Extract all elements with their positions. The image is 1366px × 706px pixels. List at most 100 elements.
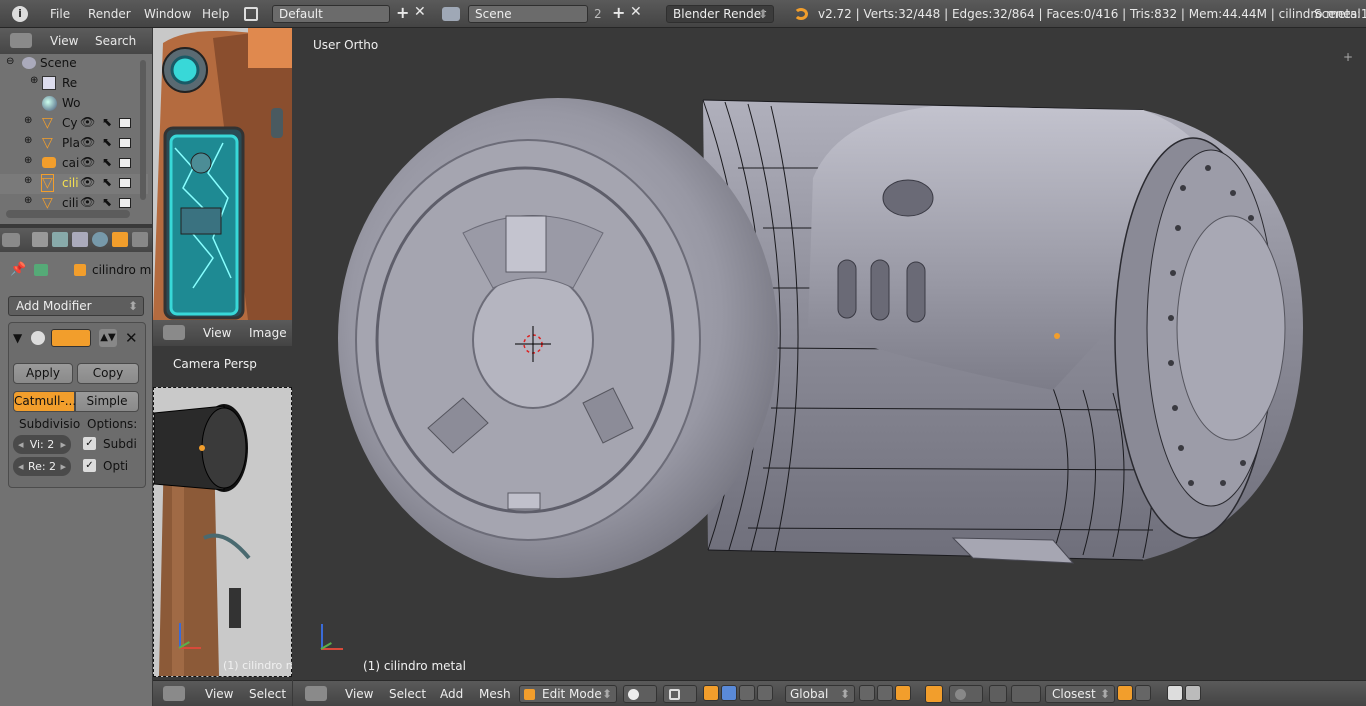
snap-target-select[interactable]: Closest ⬍	[1045, 685, 1115, 703]
extra-tools[interactable]	[1167, 685, 1233, 703]
collapse-arrow-icon[interactable]: ▼	[13, 331, 22, 345]
render-anim-icon[interactable]	[1185, 685, 1201, 701]
snap-element-select[interactable]	[1011, 685, 1041, 703]
camera-viewport[interactable]: Camera Persp (1) cilindro me	[153, 347, 292, 680]
snap-options[interactable]	[1117, 685, 1161, 703]
subdivide-uvs-checkbox[interactable]: ✓	[83, 437, 96, 450]
object-tab-icon[interactable]	[112, 232, 128, 247]
translate-icon[interactable]	[721, 685, 737, 701]
cursor-icon[interactable]: ⬉	[102, 115, 112, 129]
render-still-icon[interactable]	[1167, 685, 1183, 701]
shading-select[interactable]	[623, 685, 657, 703]
remove-layout-button[interactable]: ✕	[414, 4, 426, 20]
camera-view-menu[interactable]: View	[205, 687, 233, 701]
cursor-icon[interactable]: ⬉	[102, 195, 112, 209]
proportional-edit-select[interactable]	[949, 685, 983, 703]
camera-render-icon[interactable]	[119, 178, 131, 188]
expand-icon[interactable]: ⊕	[24, 175, 32, 186]
constraints-tab-icon[interactable]	[132, 232, 148, 247]
editor-type-icon[interactable]	[2, 233, 20, 247]
expand-icon[interactable]: ⊕	[30, 75, 38, 86]
rotate-icon[interactable]	[739, 685, 755, 701]
scene-tab-icon[interactable]	[72, 232, 88, 247]
scene-field[interactable]: Scene	[468, 5, 588, 23]
expand-icon[interactable]: ⊕	[24, 195, 32, 206]
viewport-add-menu[interactable]: Add	[440, 687, 463, 701]
camera-select-menu[interactable]: Select	[249, 687, 286, 701]
eye-icon[interactable]: 👁	[80, 155, 95, 169]
eye-icon[interactable]: 👁	[80, 115, 95, 129]
outliner-row-object[interactable]: ⊕ ▽ Cy 👁 ⬉	[0, 114, 148, 134]
cursor-icon[interactable]: ⬉	[102, 155, 112, 169]
outliner-vscroll[interactable]	[140, 60, 146, 200]
camera-render-icon[interactable]	[119, 118, 131, 128]
pivot-select[interactable]	[663, 685, 697, 703]
eye-icon[interactable]: 👁	[80, 135, 95, 149]
menu-window[interactable]: Window	[144, 7, 191, 21]
add-layout-button[interactable]: +	[396, 3, 409, 22]
expand-icon[interactable]: ⊕	[24, 155, 32, 166]
select-mode-buttons[interactable]	[859, 685, 919, 703]
render-tab-icon[interactable]	[32, 232, 48, 247]
edge-select-icon[interactable]	[877, 685, 893, 701]
manipulator-toggles[interactable]	[703, 685, 781, 703]
add-scene-button[interactable]: +	[612, 3, 625, 22]
outliner-row-camera[interactable]: ⊕ cai 👁 ⬉	[0, 154, 148, 174]
snap-project-icon[interactable]	[1135, 685, 1151, 701]
catmull-clark-button[interactable]: Catmull-...	[13, 391, 76, 412]
remove-modifier-button[interactable]: ✕	[125, 329, 138, 347]
outliner-row-world[interactable]: Wo	[0, 94, 148, 114]
scene-icon[interactable]	[442, 7, 460, 21]
camera-render-icon[interactable]	[119, 138, 131, 148]
manipulator-icon[interactable]	[703, 685, 719, 701]
orientation-select[interactable]: Global ⬍	[785, 685, 855, 703]
camera-render-icon[interactable]	[119, 158, 131, 168]
outliner-view-menu[interactable]: View	[50, 34, 78, 48]
world-tab-icon[interactable]	[92, 232, 108, 247]
image-editor-canvas[interactable]	[153, 28, 292, 320]
cursor-icon[interactable]: ⬉	[102, 175, 112, 189]
image-view-menu[interactable]: View	[203, 326, 231, 340]
main-viewport[interactable]: User Ortho + (1) cilindro metal	[293, 28, 1366, 680]
outliner-row-scene[interactable]: ⊖ Scene	[0, 54, 148, 74]
outliner-scrollbar[interactable]	[6, 210, 130, 218]
limit-selection-icon[interactable]	[925, 685, 943, 703]
cursor-icon[interactable]: ⬉	[102, 135, 112, 149]
image-image-menu[interactable]: Image	[249, 326, 287, 340]
screen-layout-field[interactable]: Default	[272, 5, 390, 23]
viewport-mesh-menu[interactable]: Mesh	[479, 687, 511, 701]
expand-icon[interactable]: ⊕	[24, 115, 32, 126]
camera-render-icon[interactable]	[119, 198, 131, 208]
render-levels-field[interactable]: ◂ Re: 2 ▸	[13, 457, 71, 476]
eye-icon[interactable]: 👁	[80, 175, 95, 189]
outliner-row-object[interactable]: ⊕ ▽ Pla 👁 ⬉	[0, 134, 148, 154]
editor-type-icon[interactable]	[163, 686, 185, 701]
pin-icon[interactable]: 📌	[10, 262, 26, 277]
outliner-search-menu[interactable]: Search	[95, 34, 136, 48]
apply-button[interactable]: Apply	[13, 363, 73, 384]
scale-icon[interactable]	[757, 685, 773, 701]
render-engine-select[interactable]: Blender Render ⬍	[666, 5, 774, 23]
mode-select[interactable]: Edit Mode ⬍	[519, 685, 617, 703]
remove-scene-button[interactable]: ✕	[630, 4, 642, 20]
editor-type-icon[interactable]	[10, 33, 32, 48]
menu-render[interactable]: Render	[88, 7, 131, 21]
snap-toggle-icon[interactable]	[989, 685, 1007, 703]
expand-icon[interactable]: ⊖	[6, 56, 14, 67]
menu-help[interactable]: Help	[202, 7, 229, 21]
vertex-select-icon[interactable]	[859, 685, 875, 701]
snap-align-icon[interactable]	[1117, 685, 1133, 701]
eye-icon[interactable]: 👁	[80, 195, 95, 209]
outliner-row-render[interactable]: ⊕ Re	[0, 74, 148, 94]
move-updown-icon[interactable]: ▲▼	[99, 329, 117, 347]
viewport-select-menu[interactable]: Select	[389, 687, 426, 701]
menu-file[interactable]: File	[50, 7, 70, 21]
modifier-toggles[interactable]	[51, 329, 91, 347]
view-levels-field[interactable]: ◂ Vi: 2 ▸	[13, 435, 71, 454]
outliner-row-object-active[interactable]: ⊕ ▽ cili 👁 ⬉	[0, 174, 148, 194]
expand-icon[interactable]: ⊕	[24, 135, 32, 146]
face-select-icon[interactable]	[895, 685, 911, 701]
layers-tab-icon[interactable]	[52, 232, 68, 247]
viewport-view-menu[interactable]: View	[345, 687, 373, 701]
editor-type-icon[interactable]	[163, 325, 185, 340]
